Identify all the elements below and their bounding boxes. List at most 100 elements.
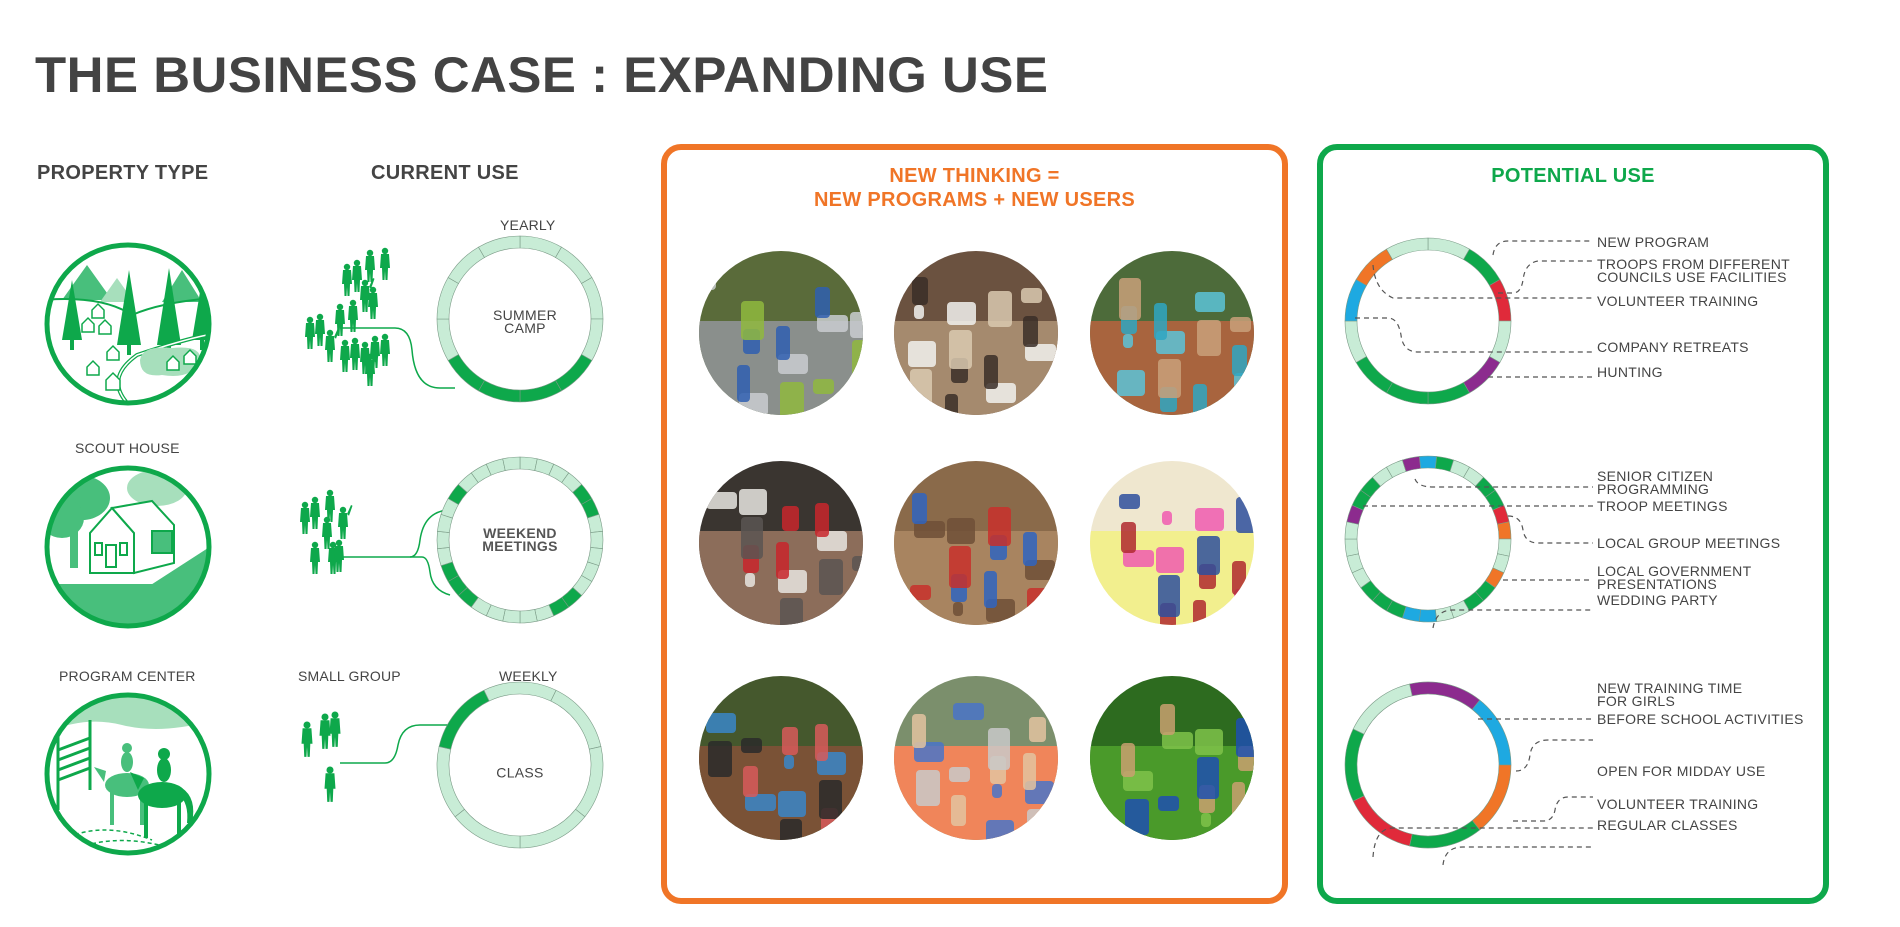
potential-use-label: OPEN FOR MIDDAY USE [1597,763,1766,779]
potential-use-label: SENIOR CITIZEN PROGRAMMING [1597,469,1713,497]
summer-camp-label-line2: CAMP [504,320,546,336]
potential-use-label-line: WEDDING PARTY [1597,592,1718,608]
person-icon [380,247,390,280]
usage-ring-segment [502,456,521,471]
potential-use-label-line: VOLUNTEER TRAINING [1597,293,1759,309]
conference-presentation-photo [699,461,863,625]
usage-ring-segment [587,513,603,533]
person-icon [319,713,331,749]
class-label: CLASS [496,764,544,781]
person-icon [352,259,362,292]
potential-use-label-line: TROOP MEETINGS [1597,498,1728,514]
ropes-course-photo [1090,676,1254,840]
new-thinking-heading-line2: NEW PROGRAMS + NEW USERS [813,189,1136,211]
potential-use-label: VOLUNTEER TRAINING [1597,796,1759,812]
person-icon [325,328,340,362]
property-type-heading: PROPERTY TYPE [37,162,209,184]
sticky-note-workshop-photo [1090,461,1254,625]
usage-ring-segment [581,277,604,320]
potential-use-label-line: PRESENTATIONS [1597,576,1718,592]
potential-use-label: WEDDING PARTY [1597,592,1718,608]
potential-use-label: LOCAL GROUP MEETINGS [1597,535,1781,551]
potential-use-label: BEFORE SCHOOL ACTIVITIES [1597,711,1804,727]
usage-ring-segment [519,380,562,403]
person-icon [310,496,320,529]
swimming-pool-photo [1090,251,1254,415]
usage-ring-segment [447,246,485,284]
potential-use-label-line: FOR GIRLS [1597,693,1676,709]
scout-house-icon [44,465,212,629]
usage-ring-segment [437,547,453,567]
usage-ring-segment [483,681,557,702]
potential-use-label-line: COUNCILS USE FACILITIES [1597,269,1787,285]
program-center-label: PROGRAM CENTER [59,668,196,684]
leader-lines [1355,240,1593,865]
potential-use-label: VOLUNTEER TRAINING [1597,293,1759,309]
potential-use-label-line: COMPANY RETREATS [1597,339,1749,355]
usage-ring-segment [454,808,521,849]
potential-use-label-line: NEW PROGRAM [1597,234,1710,250]
usage-ring-segment [519,609,538,624]
usage-ring-segment [519,456,538,471]
potential-use-label: TROOP MEETINGS [1597,498,1728,514]
current-use-heading: CURRENT USE [371,162,519,184]
river-exploration-photo [699,251,863,415]
summer-camp-label: SUMMER CAMP [493,308,557,336]
usage-ring-segment [447,354,485,392]
usage-ring-segment [436,530,450,550]
potential-use-label: LOCAL GOVERNMENT PRESENTATIONS [1597,564,1751,592]
usage-ring-segment [436,277,459,320]
usage-ring-segment [478,380,521,403]
person-icon [305,316,315,349]
archaeology-dig-photo [894,461,1058,625]
person-icon [315,313,325,346]
usage-ring-segment [555,354,593,392]
horseback-riding-photo [699,676,863,840]
potential-use-label: TROOPS FROM DIFFERENT COUNCILS USE FACILI… [1597,257,1790,285]
potential-use-label: HUNTING [1597,364,1663,380]
usage-ring-segment [550,689,602,750]
usage-ring-segment [581,318,604,361]
person-icon [324,766,336,802]
usage-ring-segment [519,808,586,849]
weekend-meetings-label: WEEKEND MEETINGS [482,526,558,554]
usage-ring-segment [478,235,521,258]
small-group-label: SMALL GROUP [298,668,401,684]
person-icon [300,501,310,534]
usage-ring-segment [502,609,521,624]
usage-ring-segment [436,318,459,361]
yearly-label: YEARLY [500,217,556,233]
person-icon [329,711,341,747]
potential-use-label-line: HUNTING [1597,364,1663,380]
horse-riding-icon [44,692,212,856]
potential-use-label: REGULAR CLASSES [1597,817,1738,833]
usage-ring-segment [519,235,562,258]
usage-ring-segment [436,746,465,818]
potential-use-label-line: PROGRAMMING [1597,481,1710,497]
person-icon [310,541,320,574]
usage-ring-segment [590,530,604,550]
potential-use-label-line: OPEN FOR MIDDAY USE [1597,763,1766,779]
weekend-meetings-label-line2: MEETINGS [482,538,558,554]
person-icon [365,249,375,282]
new-thinking-heading-line1: NEW THINKING = [889,165,1060,187]
potential-use-label: COMPANY RETREATS [1597,339,1749,355]
potential-use-heading: POTENTIAL USE [1491,165,1655,187]
camp-landscape-icon [44,242,212,406]
usage-ring-segment [575,746,604,818]
potential-use-label-line: VOLUNTEER TRAINING [1597,796,1759,812]
potential-use-label-line: BEFORE SCHOOL ACTIVITIES [1597,711,1804,727]
potential-use-label-line: REGULAR CLASSES [1597,817,1738,833]
person-icon [301,721,313,757]
canoeing-photo [894,676,1058,840]
person-icon [342,263,352,296]
potential-use-label-line: LOCAL GROUP MEETINGS [1597,535,1781,551]
new-thinking-heading: NEW THINKING = NEW PROGRAMS + NEW USERS [667,164,1282,212]
potential-use-label: NEW PROGRAM [1597,234,1710,250]
page-title: THE BUSINESS CASE : EXPANDING USE [35,47,1049,103]
usage-ring-segment [438,689,490,750]
scout-house-label: SCOUT HOUSE [75,440,180,456]
banquet-hall-photo [894,251,1058,415]
potential-use-label: NEW TRAINING TIME FOR GIRLS [1597,681,1742,709]
usage-ring-segment [555,246,593,284]
